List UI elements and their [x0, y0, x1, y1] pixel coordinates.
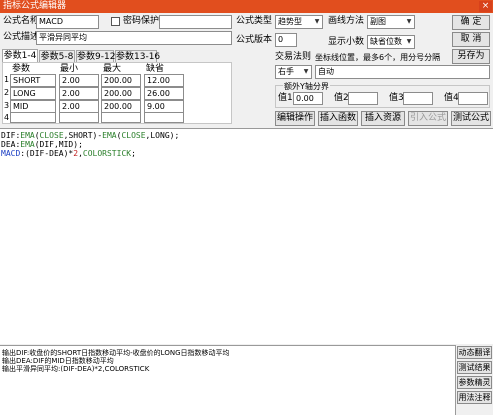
chevron-down-icon: ▼ — [406, 18, 412, 25]
password-label: 密码保护 — [123, 16, 160, 26]
formula-type-value: 趋势型 — [278, 17, 302, 26]
draw-method-value: 副图 — [370, 17, 386, 26]
password-checkbox[interactable] — [111, 17, 120, 26]
formula-version-input[interactable]: 0 — [275, 33, 297, 47]
code-token: MACD — [1, 149, 21, 158]
tab-params-13-16[interactable]: 参数13-16 — [115, 50, 160, 62]
param-name-input[interactable]: SHORT — [10, 74, 56, 87]
formula-desc-label: 公式描述 — [3, 32, 40, 42]
test-formula-button[interactable]: 测试公式 — [451, 111, 491, 126]
trade-rule-value: 右手 — [278, 67, 294, 76]
usage-notes-button[interactable]: 用法注释 — [457, 391, 492, 404]
bound-3-label: 值3 — [389, 93, 404, 103]
dynamic-translate-button[interactable]: 动态翻译 — [457, 346, 492, 359]
param-min-input[interactable] — [59, 112, 99, 123]
param-row-number: 1 — [4, 75, 10, 84]
code-token: ,LONG); — [145, 131, 180, 140]
decimals-value: 缺省位数 — [370, 37, 402, 46]
title-bar[interactable]: 指标公式编辑器 × — [0, 0, 493, 13]
param-min-input[interactable]: 2.00 — [59, 87, 99, 100]
bound-1-label: 值1 — [278, 93, 293, 103]
draw-method-label: 画线方法 — [328, 16, 365, 26]
save-as-button[interactable]: 另存为 — [452, 49, 490, 64]
chevron-down-icon: ▼ — [406, 38, 412, 45]
param-row-number: 3 — [4, 101, 10, 110]
code-editor[interactable]: DIF:EMA(CLOSE,SHORT)-EMA(CLOSE,LONG); DE… — [0, 128, 493, 344]
code-token: EMA — [20, 140, 35, 149]
code-token: DIF: — [1, 131, 21, 140]
param-row-number: 2 — [4, 88, 10, 97]
formula-version-label: 公式版本 — [236, 35, 273, 45]
insert-function-button[interactable]: 插入函数 — [318, 111, 358, 126]
param-min-input[interactable]: 2.00 — [59, 74, 99, 87]
param-wizard-button[interactable]: 参数精灵 — [457, 376, 492, 389]
import-formula-button[interactable]: 引入公式 — [408, 111, 448, 126]
tab-params-1-4[interactable]: 参数1-4 — [2, 49, 38, 62]
formula-type-select[interactable]: 趋势型 ▼ — [275, 15, 323, 29]
bound-2-label: 值2 — [334, 93, 349, 103]
code-line: DIF:EMA(CLOSE,SHORT)-EMA(CLOSE,LONG); — [1, 131, 179, 140]
formula-type-label: 公式类型 — [236, 16, 273, 26]
param-max-input[interactable]: 200.00 — [101, 87, 141, 100]
param-default-input[interactable] — [144, 112, 184, 123]
insert-resource-button[interactable]: 插入资源 — [361, 111, 405, 126]
trade-rule-select[interactable]: 右手 ▼ — [275, 65, 312, 79]
coord-hint-label: 坐标线位置，最多6个，用分号分隔 — [315, 53, 441, 62]
output-line: 输出DIF:收盘价的SHORT日指数移动平均-收盘价的LONG日指数移动平均 — [2, 349, 230, 357]
tab-params-5-8[interactable]: 参数5-8 — [39, 50, 75, 62]
output-line: 输出平滑异同平均:(DIF-DEA)*2,COLORSTICK — [2, 365, 150, 373]
output-panel[interactable]: 输出DIF:收盘价的SHORT日指数移动平均-收盘价的LONG日指数移动平均 输… — [0, 345, 456, 415]
ok-button[interactable]: 确 定 — [452, 15, 490, 30]
code-token: ; — [131, 149, 136, 158]
formula-desc-input[interactable]: 平滑异同平均 — [36, 31, 232, 45]
coord-position-input[interactable]: 自动 — [315, 65, 490, 79]
trade-rule-label: 交易法则 — [275, 52, 312, 62]
param-row-number: 4 — [4, 113, 10, 122]
bound-3-input[interactable] — [403, 92, 433, 105]
code-token: CLOSE — [121, 131, 146, 140]
decimals-select[interactable]: 缺省位数 ▼ — [367, 35, 415, 49]
bound-4-input[interactable] — [458, 92, 488, 105]
code-token: CLOSE — [39, 131, 64, 140]
chevron-down-icon: ▼ — [314, 18, 320, 25]
code-token: :(DIF-DEA)* — [20, 149, 74, 158]
bound-1-input[interactable]: 0.00 — [293, 92, 323, 105]
code-token: COLORSTICK — [82, 149, 132, 158]
decimals-label: 显示小数 — [328, 37, 365, 47]
tab-params-9-12[interactable]: 参数9-12 — [76, 50, 115, 62]
param-max-input[interactable]: 200.00 — [101, 74, 141, 87]
code-token: EMA — [102, 131, 117, 140]
edit-ops-button[interactable]: 编辑操作 — [275, 111, 315, 126]
param-default-input[interactable]: 12.00 — [144, 74, 184, 87]
code-token: (DIF,MID); — [34, 140, 83, 149]
password-input[interactable] — [159, 15, 232, 29]
code-token: ,SHORT)- — [63, 131, 103, 140]
output-line: 输出DEA:DIF的MID日指数移动平均 — [2, 357, 114, 365]
param-default-input[interactable]: 26.00 — [144, 87, 184, 100]
formula-name-input[interactable]: MACD — [36, 15, 99, 29]
param-name-input[interactable]: LONG — [10, 87, 56, 100]
test-result-button[interactable]: 测试结果 — [457, 361, 492, 374]
code-line: DEA:EMA(DIF,MID); — [1, 140, 83, 149]
param-name-input[interactable] — [10, 112, 56, 123]
bound-2-input[interactable] — [348, 92, 378, 105]
bound-4-label: 值4 — [444, 93, 459, 103]
code-token: EMA — [20, 131, 35, 140]
formula-name-label: 公式名称 — [3, 16, 40, 26]
code-line: MACD:(DIF-DEA)*2,COLORSTICK; — [1, 149, 136, 158]
param-max-input[interactable] — [101, 112, 141, 123]
close-button[interactable]: × — [479, 1, 492, 12]
window-title: 指标公式编辑器 — [3, 1, 67, 11]
chevron-down-icon: ▼ — [303, 68, 309, 75]
cancel-button[interactable]: 取 消 — [452, 32, 490, 47]
code-token: DEA: — [1, 140, 21, 149]
draw-method-select[interactable]: 副图 ▼ — [367, 15, 415, 29]
